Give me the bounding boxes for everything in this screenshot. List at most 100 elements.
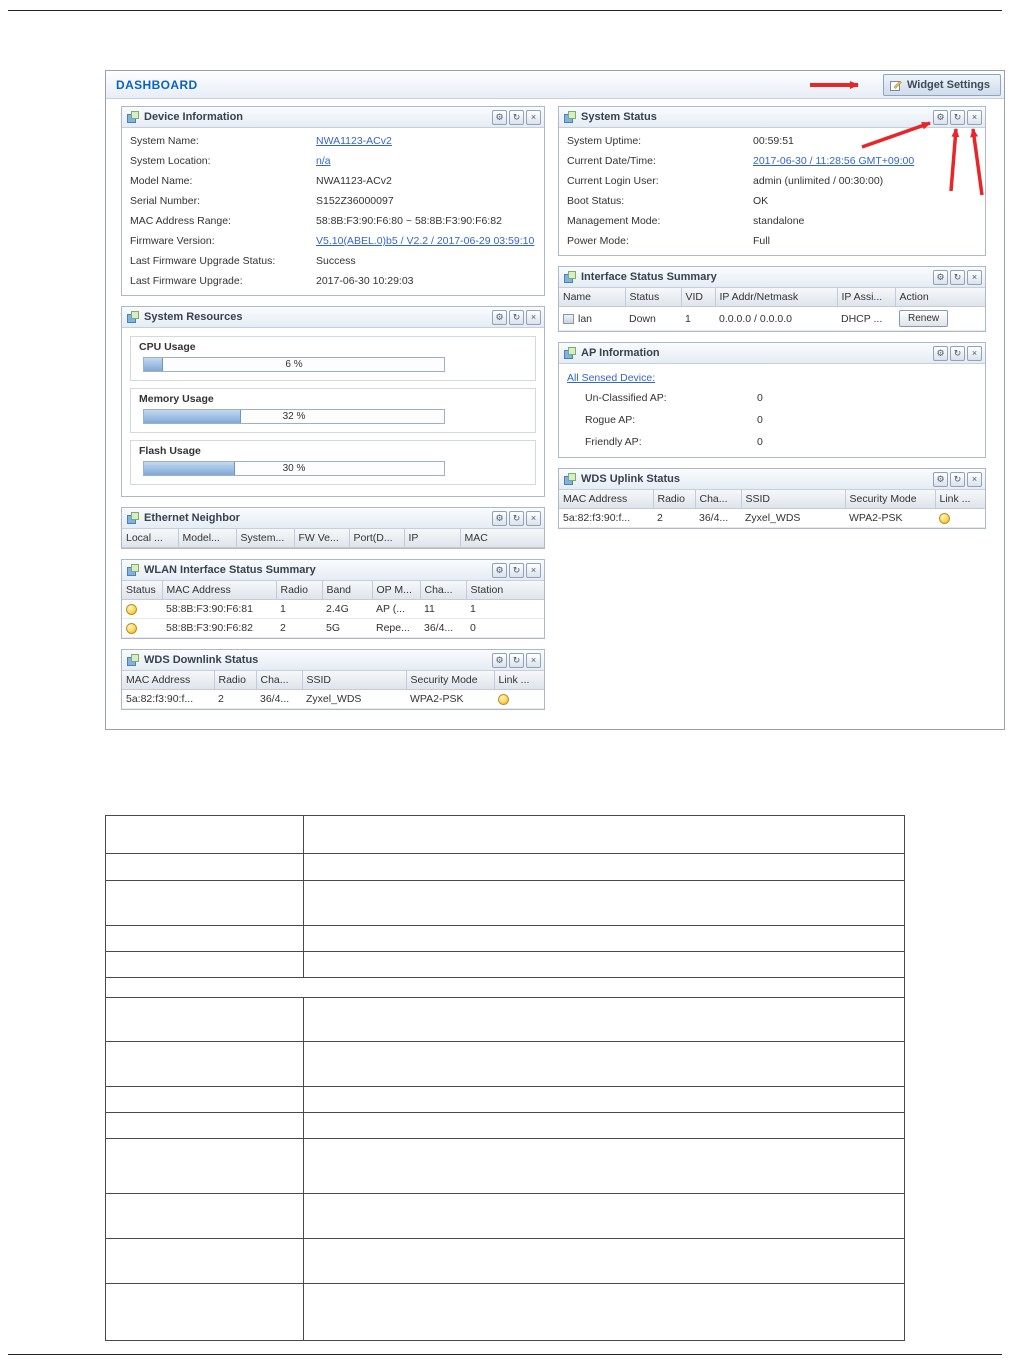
op-mode-cell: AP (... bbox=[372, 599, 420, 619]
col-header: Model... bbox=[177, 529, 237, 548]
widget-close-icon[interactable]: × bbox=[967, 345, 982, 361]
widget-close-icon[interactable]: × bbox=[526, 562, 541, 578]
widget-system-status: System Status ⚙ ↻ × System Uptime: 00:59… bbox=[558, 106, 986, 256]
label-cell bbox=[105, 951, 304, 978]
table-row: 5a:82:f3:90:f... 2 36/4... Zyxel_WDS WPA… bbox=[559, 508, 985, 528]
description-cell bbox=[303, 1283, 905, 1341]
widget-config-icon[interactable]: ⚙ bbox=[492, 562, 507, 578]
widget-close-icon[interactable]: × bbox=[526, 652, 541, 668]
widget-title: WDS Uplink Status bbox=[581, 473, 681, 485]
widget-close-icon[interactable]: × bbox=[526, 510, 541, 526]
table-row bbox=[105, 1193, 905, 1239]
info-row: Serial Number: S152Z36000097 bbox=[122, 191, 544, 211]
widget-title: AP Information bbox=[581, 347, 660, 359]
field-label: MAC Address Range: bbox=[130, 215, 231, 227]
widget-title: WLAN Interface Status Summary bbox=[144, 564, 316, 576]
widget-refresh-icon[interactable]: ↻ bbox=[509, 652, 524, 668]
description-cell bbox=[303, 1138, 905, 1194]
widget-close-icon[interactable]: × bbox=[967, 269, 982, 285]
widget-ethernet-neighbor: Ethernet Neighbor ⚙ ↻ × Local ... Model.… bbox=[121, 507, 545, 549]
friendly-ap-count: 0 bbox=[757, 436, 763, 448]
info-row: Rogue AP: 0 bbox=[559, 409, 985, 431]
description-table bbox=[105, 815, 905, 1341]
system-location-link[interactable]: n/a bbox=[316, 153, 536, 169]
memory-usage-label: Memory Usage bbox=[139, 393, 214, 405]
table-row bbox=[105, 853, 905, 881]
col-header: Local ... bbox=[122, 529, 179, 548]
widget-refresh-icon[interactable]: ↻ bbox=[509, 562, 524, 578]
widget-config-icon[interactable]: ⚙ bbox=[933, 471, 948, 487]
wlan-interface-table: Status MAC Address Radio Band OP M... Ch… bbox=[122, 581, 544, 638]
cpu-usage-bar: 6 % bbox=[143, 357, 445, 372]
system-name-link[interactable]: NWA1123-ACv2 bbox=[316, 133, 536, 149]
widget-config-icon[interactable]: ⚙ bbox=[933, 345, 948, 361]
info-row: Model Name: NWA1123-ACv2 bbox=[122, 171, 544, 191]
widget-close-icon[interactable]: × bbox=[967, 109, 982, 125]
date-time-link[interactable]: 2017-06-30 / 11:28:56 GMT+09:00 bbox=[753, 153, 977, 169]
col-header: Cha... bbox=[419, 581, 467, 600]
col-header: Action bbox=[894, 288, 985, 307]
renew-button[interactable]: Renew bbox=[899, 310, 949, 327]
firmware-version-link[interactable]: V5.10(ABEL.0)b5 / V2.2 / 2017-06-29 03:5… bbox=[316, 233, 536, 249]
widget-config-icon[interactable]: ⚙ bbox=[933, 109, 948, 125]
info-row: Firmware Version: V5.10(ABEL.0)b5 / V2.2… bbox=[122, 231, 544, 251]
ssid-cell: Zyxel_WDS bbox=[302, 689, 406, 709]
widget-title: WDS Downlink Status bbox=[144, 654, 259, 666]
table-row bbox=[105, 1138, 905, 1194]
security-cell: WPA2-PSK bbox=[406, 689, 494, 709]
table-row: lan Down 1 0.0.0.0 / 0.0.0.0 DHCP ... Re… bbox=[559, 306, 985, 331]
radio-cell: 2 bbox=[653, 508, 695, 528]
widget-interface-status-summary: Interface Status Summary ⚙ ↻ × Name Stat… bbox=[558, 266, 986, 332]
widget-refresh-icon[interactable]: ↻ bbox=[950, 269, 965, 285]
ethernet-neighbor-icon bbox=[127, 512, 140, 524]
col-header: Status bbox=[624, 288, 682, 307]
widget-refresh-icon[interactable]: ↻ bbox=[950, 345, 965, 361]
widget-header: WDS Uplink Status ⚙ ↻ × bbox=[559, 469, 985, 490]
col-header: Cha... bbox=[694, 490, 742, 509]
channel-cell: 36/4... bbox=[420, 618, 466, 638]
widget-refresh-icon[interactable]: ↻ bbox=[509, 109, 524, 125]
col-header: VID bbox=[680, 288, 716, 307]
table-row bbox=[105, 951, 905, 978]
widget-title: Device Information bbox=[144, 111, 244, 123]
info-row: Power Mode: Full bbox=[559, 231, 985, 251]
field-label: Current Login User: bbox=[567, 175, 659, 187]
widget-config-icon[interactable]: ⚙ bbox=[933, 269, 948, 285]
interface-status-table: Name Status VID IP Addr/Netmask IP Assi.… bbox=[559, 288, 985, 331]
col-header: MAC bbox=[459, 529, 544, 548]
table-row bbox=[105, 880, 905, 926]
widget-config-icon[interactable]: ⚙ bbox=[492, 652, 507, 668]
widget-settings-button[interactable]: Widget Settings bbox=[882, 74, 1001, 96]
widget-refresh-icon[interactable]: ↻ bbox=[950, 471, 965, 487]
col-header: OP M... bbox=[371, 581, 421, 600]
col-header: Security Mode bbox=[405, 671, 495, 690]
band-cell: 2.4G bbox=[322, 599, 372, 619]
widget-title: System Status bbox=[581, 111, 657, 123]
description-cell bbox=[303, 1112, 905, 1139]
status-on-icon bbox=[126, 603, 137, 615]
widget-refresh-icon[interactable]: ↻ bbox=[509, 309, 524, 325]
widget-config-icon[interactable]: ⚙ bbox=[492, 510, 507, 526]
widget-close-icon[interactable]: × bbox=[967, 471, 982, 487]
widget-config-icon[interactable]: ⚙ bbox=[492, 109, 507, 125]
col-header: FW Ve... bbox=[293, 529, 350, 548]
description-cell bbox=[303, 853, 905, 881]
label-cell bbox=[105, 925, 304, 952]
widget-refresh-icon[interactable]: ↻ bbox=[509, 510, 524, 526]
station-cell: 1 bbox=[466, 599, 544, 619]
col-header: Link ... bbox=[493, 671, 544, 690]
label-cell bbox=[105, 1283, 304, 1341]
widget-refresh-icon[interactable]: ↻ bbox=[950, 109, 965, 125]
widget-config-icon[interactable]: ⚙ bbox=[492, 309, 507, 325]
description-cell bbox=[303, 1238, 905, 1284]
widget-close-icon[interactable]: × bbox=[526, 309, 541, 325]
col-header: Station bbox=[465, 581, 544, 600]
widget-close-icon[interactable]: × bbox=[526, 109, 541, 125]
col-header: IP bbox=[403, 529, 461, 548]
widget-header: WLAN Interface Status Summary ⚙ ↻ × bbox=[122, 560, 544, 581]
all-sensed-device-link[interactable]: All Sensed Device: bbox=[567, 372, 655, 384]
table-row bbox=[105, 815, 905, 854]
op-mode-cell: Repe... bbox=[372, 618, 420, 638]
ip-cell: 0.0.0.0 / 0.0.0.0 bbox=[715, 306, 837, 331]
label-cell bbox=[105, 1112, 304, 1139]
